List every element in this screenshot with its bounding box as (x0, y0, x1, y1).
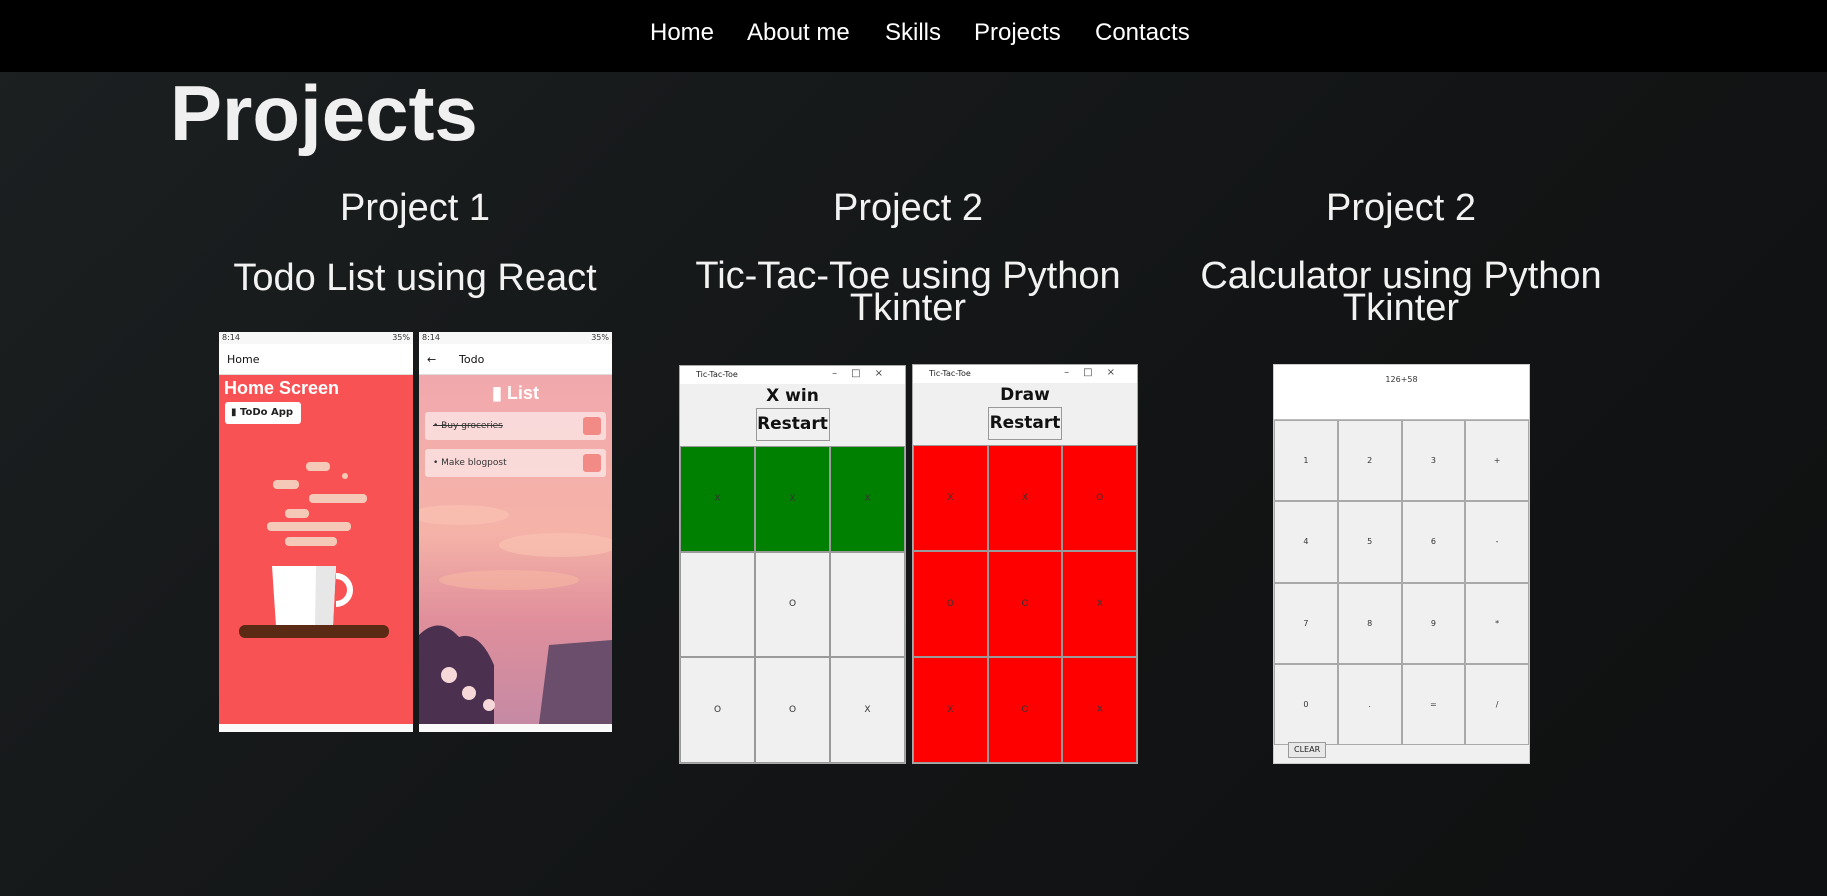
board-cell: O (913, 551, 988, 657)
calculator-key: 6 (1401, 501, 1466, 583)
todo-list-body: ▮ List • Buy groceries • Make blogpost (419, 375, 612, 724)
calculator-key: * (1465, 582, 1529, 664)
window-titlebar: Tic-Tac-Toe –□× (680, 366, 905, 384)
project-2-number: Project 2 (833, 187, 983, 229)
board-cell: O (680, 657, 755, 763)
window-title: Tic-Tac-Toe (929, 369, 971, 378)
game-board: XXXOOOX (680, 446, 905, 763)
calculator-key: 9 (1401, 582, 1466, 664)
nav-link-contacts[interactable]: Contacts (1095, 19, 1190, 47)
todo-list-screenshot: 8:14 35% ← Todo ▮ List • Buy groceries •… (419, 332, 612, 732)
window-title: Tic-Tac-Toe (696, 370, 738, 379)
calculator-key: 7 (1274, 582, 1338, 664)
nav-link-home[interactable]: Home (650, 19, 714, 47)
calculator-key: = (1401, 663, 1466, 745)
calculator-key: - (1465, 501, 1529, 583)
project-3-number: Project 2 (1326, 187, 1476, 229)
board-cell: O (987, 657, 1063, 763)
restart-button: Restart (755, 408, 830, 441)
board-cell: X (680, 446, 755, 552)
todo-home-screenshot: 8:14 35% Home Home Screen ▮ ToDo App (219, 332, 413, 732)
calculator-key: 0 (1274, 663, 1338, 745)
app-bar-title: Todo (459, 353, 485, 366)
window-controls-icon: –□× (832, 368, 897, 379)
app-bar-title: Home (227, 353, 260, 366)
android-nav-bar (219, 724, 413, 732)
trash-icon (583, 417, 601, 435)
calculator-key: . (1337, 663, 1402, 745)
project-1-name: Todo List using React (233, 257, 597, 299)
board-cell: X (1062, 657, 1137, 763)
calculator-key: 1 (1274, 420, 1338, 502)
calculator-key: 4 (1274, 501, 1338, 583)
project-1-number: Project 1 (340, 187, 490, 229)
calculator-key: + (1465, 420, 1529, 502)
board-cell: X (1062, 551, 1137, 657)
top-navbar: Home About me Skills Projects Contacts (0, 0, 1827, 72)
clipboard-icon: ▮ (492, 383, 507, 403)
calculator-screenshot: 126+58 1 2 3 +4 5 6- 7 8 9 * 0. = / CLEAR (1273, 364, 1530, 764)
calculator-display: 126+58 (1274, 365, 1529, 420)
android-nav-bar (419, 724, 612, 732)
board-cell: O (987, 551, 1063, 657)
back-arrow-icon: ← (427, 353, 437, 366)
list-title: ▮ List (492, 383, 539, 403)
coffee-cup-illustration (239, 462, 389, 638)
board-cell: O (755, 551, 830, 658)
clear-button: CLEAR (1288, 742, 1327, 758)
board-cell (680, 551, 755, 658)
board-cell: X (755, 446, 830, 552)
calculator-key: 8 (1337, 582, 1402, 664)
board-cell: X (830, 446, 905, 552)
tictactoe-win-screenshot: Tic-Tac-Toe –□× X win Restart XXXOOOX (679, 365, 906, 764)
calculator-keypad: 1 2 3 +4 5 6- 7 8 9 * 0. = / (1274, 420, 1529, 745)
window-titlebar: Tic-Tac-Toe –□× (913, 365, 1137, 383)
project-2-name: Tic-Tac-Toe using Python Tkinter (695, 255, 1121, 329)
status-bar: 8:14 35% (219, 332, 413, 344)
board-cell: O (755, 657, 830, 763)
app-bar: ← Todo (419, 344, 612, 375)
calculator-key: / (1465, 663, 1529, 745)
trash-icon (583, 454, 601, 472)
calculator-key: 5 (1337, 501, 1402, 583)
todo-item: • Make blogpost (425, 449, 606, 477)
game-status: X win (766, 386, 819, 406)
board-cell: X (913, 445, 988, 551)
window-controls-icon: –□× (1064, 367, 1129, 378)
app-bar: Home (219, 344, 413, 375)
nav-link-projects[interactable]: Projects (974, 19, 1061, 47)
calculator-key: 3 (1401, 420, 1466, 502)
calculator-key: 2 (1337, 420, 1402, 502)
project-3-name: Calculator using Python Tkinter (1200, 255, 1602, 329)
home-screen-body: Home Screen ▮ ToDo App (219, 375, 413, 724)
board-cell: O (1062, 445, 1137, 551)
board-cell (830, 551, 905, 658)
page-title: Projects (170, 69, 478, 157)
restart-button: Restart (988, 407, 1062, 440)
todo-item: • Buy groceries (425, 412, 606, 440)
tictactoe-draw-screenshot: Tic-Tac-Toe –□× Draw Restart XXOOOXXOX (912, 364, 1138, 764)
nav-link-about[interactable]: About me (747, 19, 850, 47)
board-cell: X (987, 445, 1063, 551)
nav-link-skills[interactable]: Skills (885, 19, 941, 47)
board-cell: X (913, 657, 988, 763)
game-board: XXOOOXXOX (913, 445, 1137, 763)
game-status: Draw (1000, 385, 1050, 405)
status-bar: 8:14 35% (419, 332, 612, 344)
board-cell: X (830, 657, 905, 763)
